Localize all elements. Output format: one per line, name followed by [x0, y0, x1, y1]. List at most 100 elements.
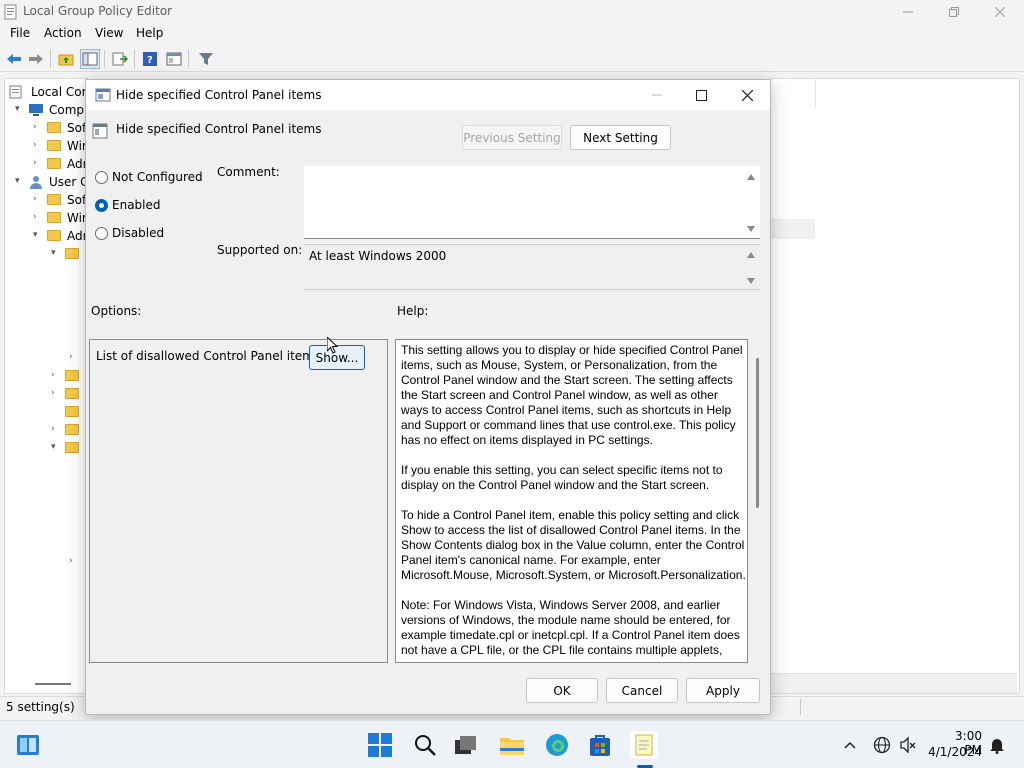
expander-icon[interactable]: ▾ [33, 230, 38, 240]
restore-button[interactable] [931, 0, 977, 24]
disabled-radio[interactable] [95, 227, 108, 240]
scroll-down-icon[interactable] [747, 226, 755, 232]
expander-icon[interactable]: › [33, 140, 37, 150]
store-button[interactable] [586, 731, 614, 759]
tree-item-label: User Co [49, 175, 87, 189]
selected-setting-row[interactable] [771, 219, 815, 239]
settings-list-pane[interactable] [770, 78, 1020, 694]
dialog-close-button[interactable] [724, 80, 770, 110]
maximize-icon [695, 89, 707, 101]
user-icon [30, 176, 42, 189]
minimize-icon [652, 94, 662, 96]
expander-icon[interactable]: › [33, 194, 37, 204]
supported-on-label: Supported on: [217, 243, 303, 257]
minimize-button[interactable] [885, 0, 931, 24]
tree-item-1[interactable]: ▾ Compu [5, 101, 87, 119]
expander-icon[interactable]: › [33, 212, 37, 222]
windows-logo-icon [368, 733, 392, 757]
folder-icon [65, 388, 79, 399]
export-list-icon [112, 52, 128, 66]
network-button[interactable] [870, 731, 894, 759]
menu-file[interactable]: File [10, 26, 30, 40]
up-one-level-button[interactable] [56, 49, 76, 69]
expander-icon[interactable]: › [33, 122, 37, 132]
edge-button[interactable] [543, 731, 571, 759]
clock-date[interactable]: 4/1/2024 [926, 745, 982, 759]
tree-item-5[interactable]: ▾ User Co [5, 173, 87, 191]
apply-button[interactable]: Apply [686, 678, 760, 703]
menu-help[interactable]: Help [136, 26, 163, 40]
next-setting-button[interactable]: Next Setting [570, 125, 671, 150]
menu-view[interactable]: View [95, 26, 123, 40]
folder-icon [47, 122, 61, 133]
show-hide-tree-button[interactable] [80, 49, 100, 69]
filter-button[interactable] [196, 49, 216, 69]
tree-item-9[interactable]: ▾ [5, 245, 87, 263]
task-view-button[interactable] [452, 731, 480, 759]
tree-row-folder[interactable] [5, 403, 87, 421]
file-explorer-icon [500, 738, 524, 755]
folder-icon [65, 442, 79, 453]
tree-row-folder[interactable]: ▾ [5, 439, 87, 457]
restore-icon [949, 7, 959, 17]
dialog-maximize-button[interactable] [678, 80, 724, 110]
ok-button[interactable]: OK [526, 678, 598, 703]
previous-setting-button[interactable]: Previous Setting [462, 125, 562, 150]
back-button[interactable] [4, 49, 24, 69]
tree-item-0[interactable]: Local Com [5, 83, 87, 101]
tree-item-2[interactable]: › Sof [5, 119, 87, 137]
policy-setting-dialog: Hide specified Control Panel items Hide … [85, 79, 771, 715]
disabled-label[interactable]: Disabled [112, 226, 164, 240]
settings-horizontal-scrollbar[interactable] [771, 673, 1017, 693]
cancel-button[interactable]: Cancel [606, 678, 678, 703]
not-configured-label[interactable]: Not Configured [112, 170, 203, 184]
dialog-titlebar[interactable]: Hide specified Control Panel items [86, 80, 770, 110]
enabled-label[interactable]: Enabled [112, 198, 161, 212]
file-explorer-button[interactable] [498, 731, 526, 759]
help-scrollbar-thumb[interactable] [756, 358, 759, 508]
tree-row-folder[interactable]: › [5, 367, 87, 385]
start-button[interactable] [366, 731, 394, 759]
tree-row-folder[interactable]: › [5, 385, 87, 403]
help-label: Help: [397, 304, 429, 318]
tree-horizontal-scrollbar[interactable] [35, 683, 71, 685]
enabled-radio[interactable] [95, 199, 108, 212]
not-configured-radio[interactable] [95, 171, 108, 184]
scroll-down-icon[interactable] [747, 278, 755, 284]
main-titlebar[interactable]: Local Group Policy Editor [0, 0, 1024, 24]
scroll-up-icon[interactable] [747, 174, 755, 180]
comment-textarea[interactable] [304, 166, 760, 239]
tree-item-4[interactable]: › Adr [5, 155, 87, 173]
tree-item-3[interactable]: › Wir [5, 137, 87, 155]
expander-icon[interactable]: › [33, 158, 37, 168]
folder-icon [47, 158, 61, 169]
export-list-button[interactable] [110, 49, 130, 69]
show-hidden-icons-button[interactable] [840, 731, 860, 759]
tree-row-folder[interactable]: › [5, 421, 87, 439]
menu-action[interactable]: Action [44, 26, 82, 40]
console-tree[interactable]: Local Com▾Compu›Sof›Wir›Adr▾User Co›Sof›… [4, 78, 88, 694]
tree-item-6[interactable]: › Sof [5, 191, 87, 209]
menu-bar: File Action View Help [0, 24, 1024, 44]
tree-item-7[interactable]: › Wir [5, 209, 87, 227]
expander-icon[interactable]: ▾ [15, 176, 20, 186]
volume-button[interactable] [896, 731, 920, 759]
widgets-button[interactable] [14, 731, 42, 759]
search-button[interactable] [411, 731, 439, 759]
properties-button[interactable] [164, 49, 184, 69]
tree-row-collapsed[interactable]: › [5, 349, 87, 367]
gpedit-taskbar-button[interactable] [630, 731, 658, 759]
scroll-up-icon[interactable] [747, 252, 755, 258]
chevron-up-icon [844, 741, 856, 749]
close-button[interactable] [977, 0, 1023, 24]
tree-item-8[interactable]: ▾ Adr [5, 227, 87, 245]
notifications-button[interactable] [985, 731, 1009, 759]
help-pane[interactable]: This setting allows you to display or hi… [395, 339, 748, 663]
help-button[interactable]: ? [140, 49, 160, 69]
tree-item-label: Wir [67, 139, 87, 153]
expander-icon[interactable]: ▾ [51, 248, 56, 258]
tree-row-collapsed[interactable]: › [5, 553, 87, 571]
policy-icon [9, 85, 22, 99]
forward-button[interactable] [26, 49, 46, 69]
expander-icon[interactable]: ▾ [15, 104, 20, 114]
